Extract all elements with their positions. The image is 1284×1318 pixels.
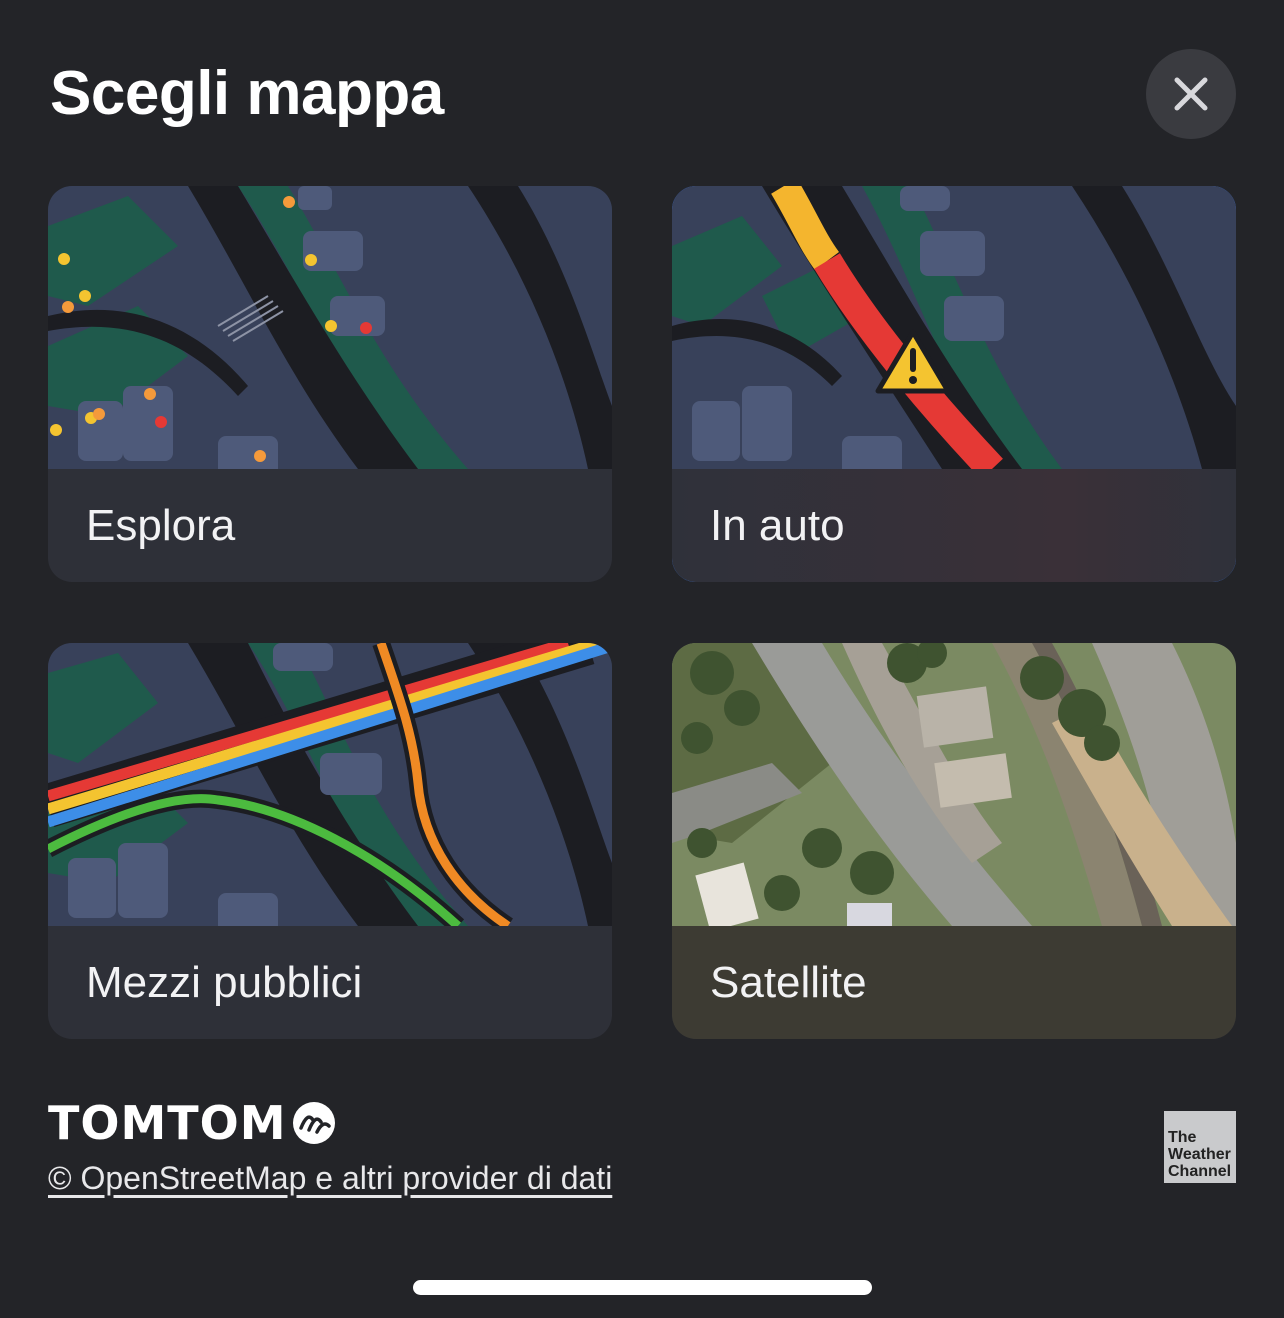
- tomtom-logo: TOMTOM: [48, 1098, 337, 1148]
- map-option-explore[interactable]: Esplora: [48, 186, 612, 582]
- explore-map-thumbnail: [48, 186, 612, 469]
- drive-map-thumbnail: [672, 186, 1236, 469]
- satellite-map-thumbnail: [672, 643, 1236, 926]
- attribution-link[interactable]: © OpenStreetMap e altri provider di dati: [48, 1160, 612, 1197]
- map-option-drive[interactable]: In auto: [672, 186, 1236, 582]
- map-option-label: Satellite: [672, 926, 1236, 1039]
- close-icon: [1174, 77, 1208, 111]
- transit-map-thumbnail: [48, 643, 612, 926]
- tomtom-wordmark: TOMTOM: [48, 1096, 287, 1150]
- map-option-transit[interactable]: Mezzi pubblici: [48, 643, 612, 1039]
- page-title: Scegli mappa: [50, 59, 444, 128]
- map-option-label: Esplora: [86, 500, 236, 550]
- map-option-label: Mezzi pubblici: [86, 957, 363, 1007]
- home-indicator[interactable]: [413, 1280, 872, 1295]
- tomtom-hands-icon: [292, 1102, 335, 1144]
- weather-channel-logo: The Weather Channel: [1164, 1111, 1236, 1183]
- map-option-label: In auto: [672, 469, 1236, 582]
- weather-channel-text: The Weather Channel: [1168, 1129, 1232, 1180]
- map-option-satellite[interactable]: Satellite: [672, 643, 1236, 1039]
- close-button[interactable]: [1146, 49, 1236, 139]
